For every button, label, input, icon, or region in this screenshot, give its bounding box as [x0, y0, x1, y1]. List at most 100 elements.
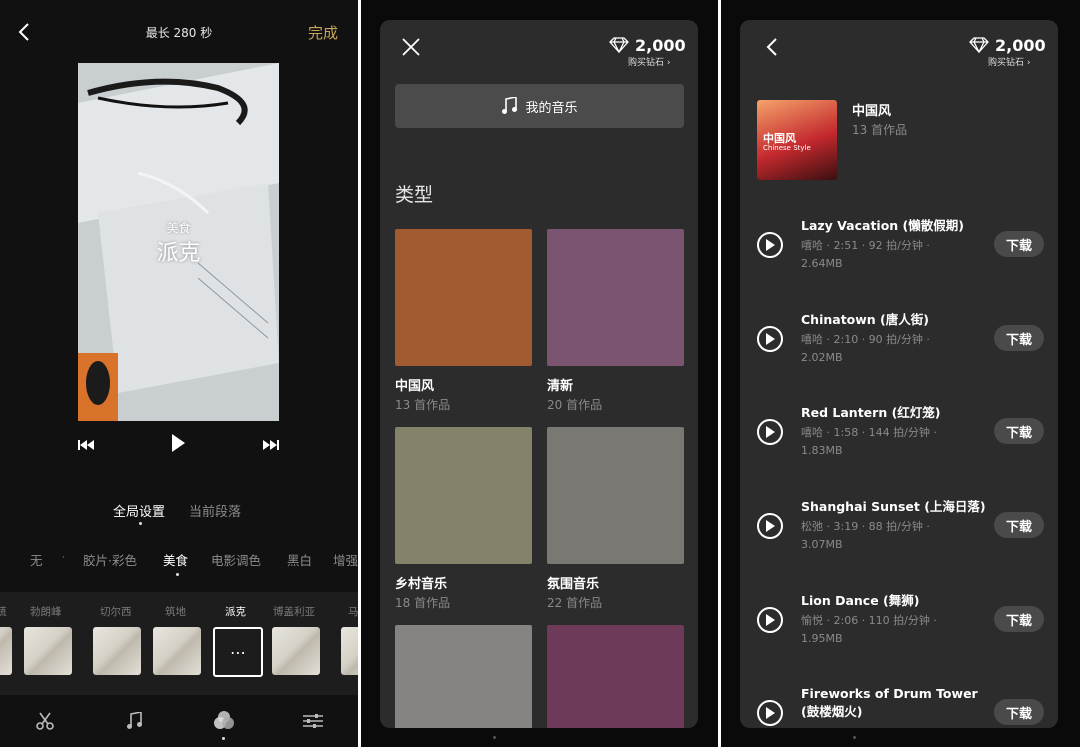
balance-value: 2,000 — [635, 36, 686, 55]
genre-track-count: 20 首作品 — [547, 398, 603, 412]
genre-tile[interactable] — [395, 229, 532, 366]
back-icon[interactable] — [762, 36, 782, 58]
play-icon[interactable] — [170, 432, 186, 454]
play-track-button[interactable] — [757, 232, 783, 258]
play-track-button[interactable] — [757, 607, 783, 633]
preview-category-caption: 美食 — [166, 221, 191, 235]
track-meta: 松弛 · 3:19 · 88 拍/分钟 · — [801, 520, 930, 533]
track-title: Chinatown (唐人街) — [801, 312, 929, 327]
more-icon: ⋯ — [230, 642, 246, 662]
filter-thumb[interactable] — [272, 627, 320, 675]
buy-diamonds-label: 购买钻石 — [988, 58, 1025, 68]
filter-category-row: 无 · 胶片·彩色 美食 电影调色 黑白 增强 — [0, 550, 358, 570]
play-icon — [766, 239, 775, 251]
album-cover: 中国风 Chinese Style — [757, 100, 837, 180]
filter-thumb[interactable] — [24, 627, 72, 675]
play-icon — [766, 333, 775, 345]
editor-toolbar — [0, 700, 358, 740]
track-meta: 愉悦 · 2:06 · 110 拍/分钟 · — [801, 614, 937, 627]
filter-category-cinema[interactable]: 电影调色 — [211, 550, 261, 569]
skip-forward-icon[interactable] — [261, 434, 279, 456]
music-note-icon[interactable] — [123, 710, 145, 732]
download-button[interactable]: 下载 — [994, 606, 1044, 632]
filter-thumb[interactable] — [93, 627, 141, 675]
section-title-genres: 类型 — [395, 184, 434, 206]
filter-category-none[interactable]: 无 — [30, 550, 43, 569]
filter-thumb[interactable] — [0, 627, 12, 675]
buy-diamonds-label: 购买钻石 — [628, 58, 665, 68]
filter-circles-icon[interactable] — [212, 708, 236, 732]
download-button[interactable]: 下载 — [994, 512, 1044, 538]
play-track-button[interactable] — [757, 700, 783, 726]
page-indicator — [493, 736, 496, 739]
genres-sheet: 2,000 购买钻石 › 我的音乐 类型 中国风 13 首作品 清新 20 首作品 乡村… — [380, 20, 698, 728]
chevron-right-icon: › — [1026, 58, 1031, 68]
download-button[interactable]: 下载 — [994, 325, 1044, 351]
diamond-icon — [969, 37, 989, 53]
filter-thumb[interactable] — [341, 627, 358, 675]
scissors-icon[interactable] — [34, 710, 56, 732]
download-button[interactable]: 下载 — [994, 231, 1044, 257]
my-music-label: 我的音乐 — [525, 100, 578, 116]
preview-filter-caption: 派克 — [156, 241, 201, 266]
genre-name: 中国风 — [395, 379, 435, 394]
filter-category-bw[interactable]: 黑白 — [287, 550, 312, 569]
track-title: Shanghai Sunset (上海日落) — [801, 499, 986, 514]
tab-global-settings[interactable]: 全局设置 — [113, 501, 165, 520]
album-title: 中国风 — [852, 104, 892, 119]
toolbar-active-indicator — [222, 737, 225, 740]
filter-category-film[interactable]: 胶片·彩色 — [83, 550, 137, 569]
adjust-sliders-icon[interactable] — [302, 710, 324, 732]
buy-diamonds-link[interactable]: 购买钻石 › — [988, 55, 1031, 68]
filter-name-selected: 派克 — [225, 606, 246, 618]
chevron-right-icon: › — [666, 58, 671, 68]
track-title: Lion Dance (舞狮) — [801, 593, 920, 608]
track-size: 1.95MB — [801, 632, 843, 645]
album-tracks-panel: 2,000 购买钻石 › 中国风 Chinese Style 中国风 13 首作… — [721, 0, 1080, 747]
play-icon — [766, 520, 775, 532]
music-note-icon — [502, 97, 518, 114]
genre-tile[interactable] — [547, 625, 684, 728]
download-button[interactable]: 下载 — [994, 699, 1044, 725]
filter-name: 勃朗峰 — [30, 606, 62, 618]
play-icon — [766, 707, 775, 719]
album-track-count: 13 首作品 — [852, 123, 908, 137]
skip-back-icon[interactable] — [78, 434, 96, 456]
genre-track-count: 13 首作品 — [395, 398, 451, 412]
track-size: 1.83MB — [801, 444, 843, 457]
music-genres-panel: 2,000 购买钻石 › 我的音乐 类型 中国风 13 首作品 清新 20 首作品 乡村… — [361, 0, 718, 747]
genre-tile[interactable] — [395, 427, 532, 564]
genre-tile[interactable] — [547, 427, 684, 564]
track-meta: 嘻哈 · 2:51 · 92 拍/分钟 · — [801, 239, 930, 252]
filter-category-food[interactable]: 美食 — [163, 550, 188, 569]
play-track-button[interactable] — [757, 419, 783, 445]
track-title: Fireworks of Drum Tower (鼓楼烟火) — [801, 686, 978, 719]
filter-thumb[interactable] — [153, 627, 201, 675]
play-track-button[interactable] — [757, 326, 783, 352]
filter-name: 博盖利亚 — [273, 606, 315, 618]
play-icon — [766, 614, 775, 626]
filter-name: 筑地 — [165, 606, 186, 618]
max-length-label: 最长 280 秒 — [145, 26, 213, 40]
category-separator: · — [62, 553, 65, 563]
close-icon[interactable] — [400, 36, 422, 58]
track-size: 2.02MB — [801, 351, 843, 364]
done-button[interactable]: 完成 — [308, 22, 338, 43]
page-indicator — [853, 736, 856, 739]
download-button[interactable]: 下载 — [994, 418, 1044, 444]
buy-diamonds-link[interactable]: 购买钻石 › — [628, 55, 671, 68]
video-preview[interactable]: 美食 派克 — [78, 63, 279, 421]
filter-category-enhance[interactable]: 增强 — [333, 550, 358, 569]
play-track-button[interactable] — [757, 513, 783, 539]
video-editor-panel: 最长 280 秒 完成 美食 派克 全局设置 当前段落 无 · 胶片·彩色 美食 — [0, 0, 358, 747]
filter-thumb-selected[interactable]: ⋯ — [213, 627, 263, 677]
cover-title-en: Chinese Style — [763, 144, 811, 152]
tab-current-segment[interactable]: 当前段落 — [189, 501, 241, 520]
balance-value: 2,000 — [995, 36, 1046, 55]
genre-tile[interactable] — [547, 229, 684, 366]
filter-name: 蔬 — [0, 606, 7, 618]
play-icon — [766, 426, 775, 438]
category-active-indicator — [176, 573, 179, 576]
my-music-button[interactable]: 我的音乐 — [395, 84, 684, 128]
genre-tile[interactable] — [395, 625, 532, 728]
